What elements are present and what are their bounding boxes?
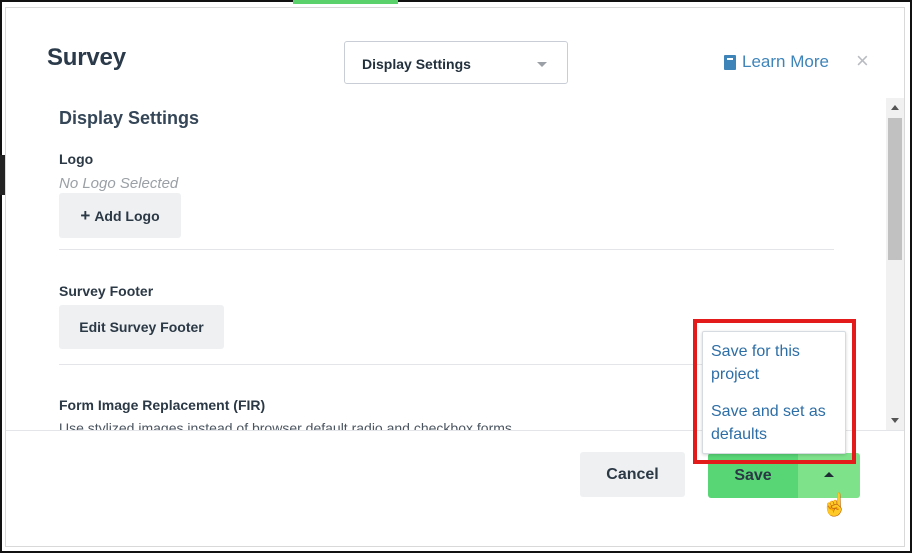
scroll-up-icon[interactable]	[891, 105, 899, 110]
settings-section-select-value: Display Settings	[362, 56, 471, 72]
close-icon[interactable]: ×	[856, 50, 869, 72]
caret-up-icon	[824, 472, 834, 477]
content-scrollbar[interactable]	[886, 98, 904, 430]
hand-pointer-icon: ☝	[821, 492, 849, 517]
menu-item-line: Save and set as	[711, 403, 826, 420]
save-and-set-defaults-option[interactable]: Save and set as defaults	[711, 400, 841, 446]
plus-icon: +	[80, 205, 91, 225]
save-options-menu: Save for this project Save and set as de…	[702, 331, 846, 454]
chevron-down-icon	[537, 62, 547, 67]
add-logo-button[interactable]: + Add Logo	[59, 193, 181, 238]
edit-survey-footer-button[interactable]: Edit Survey Footer	[59, 305, 224, 349]
add-logo-label: Add Logo	[94, 207, 160, 224]
left-edge-marker	[0, 155, 5, 195]
cancel-button[interactable]: Cancel	[580, 452, 685, 497]
scrollbar-thumb[interactable]	[888, 118, 902, 260]
logo-label: Logo	[59, 151, 94, 167]
menu-item-line: defaults	[711, 426, 768, 443]
top-accent-bar	[293, 0, 398, 4]
fir-label: Form Image Replacement (FIR)	[59, 397, 266, 413]
menu-item-line: Save for this	[711, 343, 800, 360]
fir-description: Use stylized images instead of browser d…	[59, 420, 512, 430]
settings-section-select[interactable]: Display Settings	[344, 41, 568, 84]
survey-footer-label: Survey Footer	[59, 283, 154, 299]
modal-title: Survey	[47, 44, 126, 71]
save-for-this-project-option[interactable]: Save for this project	[711, 340, 841, 386]
section-title: Display Settings	[59, 108, 200, 128]
learn-more-label: Learn More	[742, 52, 829, 71]
book-icon	[724, 54, 736, 70]
section-divider	[59, 249, 834, 250]
learn-more-link[interactable]: Learn More	[724, 52, 829, 72]
scroll-down-icon[interactable]	[891, 418, 899, 423]
menu-item-line: project	[711, 366, 760, 383]
logo-status: No Logo Selected	[59, 175, 179, 192]
